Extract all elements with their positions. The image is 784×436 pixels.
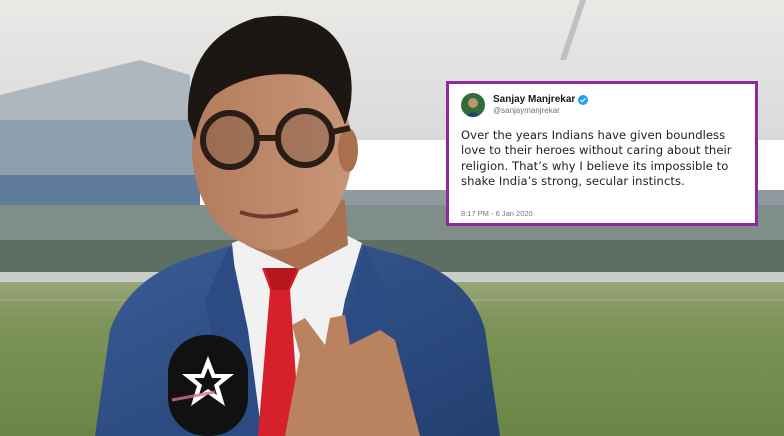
tweet-author-name[interactable]: Sanjay Manjrekar <box>493 94 575 105</box>
tweet-header: Sanjay Manjrekar @sanjaymanjrekar <box>461 92 743 118</box>
microphone <box>168 335 248 436</box>
tweet-handle[interactable]: @sanjaymanjrekar <box>493 105 588 116</box>
tweet-card: Sanjay Manjrekar @sanjaymanjrekar Over t… <box>446 81 758 226</box>
tweet-text: Over the years Indians have given boundl… <box>461 128 732 188</box>
verified-badge-icon <box>578 94 589 105</box>
avatar-image <box>461 93 485 117</box>
avatar[interactable] <box>461 93 485 117</box>
tweet-timestamp[interactable]: 8:17 PM - 6 Jan 2020 <box>461 209 533 218</box>
